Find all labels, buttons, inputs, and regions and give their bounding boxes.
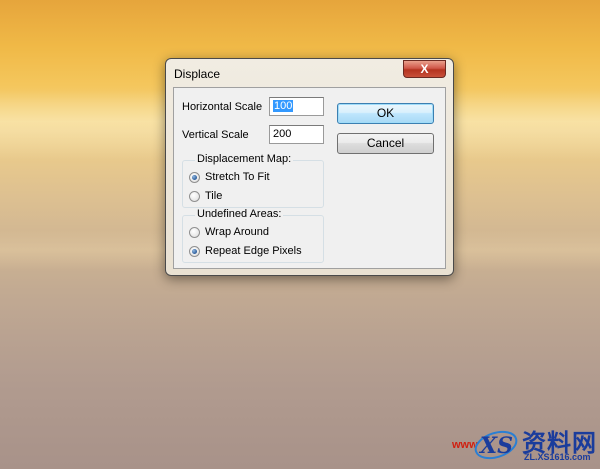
watermark-logo-letters: XS: [478, 433, 513, 459]
displace-dialog: Displace X Horizontal Scale 100 Vertical…: [165, 58, 454, 276]
vertical-scale-input[interactable]: 200: [269, 125, 324, 144]
radio-wrap-around[interactable]: Wrap Around: [189, 225, 269, 239]
radio-tile[interactable]: Tile: [189, 189, 222, 203]
undefined-areas-group: Undefined Areas: Wrap Around Repeat Edge…: [182, 208, 324, 263]
close-button[interactable]: X: [403, 60, 446, 78]
radio-tile-label: Tile: [205, 190, 223, 202]
vertical-scale-value: 200: [273, 128, 292, 140]
watermark-url: ZL.XS1616.com: [524, 452, 591, 462]
vertical-scale-label: Vertical Scale: [182, 129, 249, 141]
horizontal-scale-label: Horizontal Scale: [182, 101, 263, 113]
radio-repeat-edge-pixels-label: Repeat Edge Pixels: [205, 245, 302, 257]
cancel-button[interactable]: Cancel: [337, 133, 434, 154]
radio-wrap-around-label: Wrap Around: [205, 226, 270, 238]
displacement-map-title: Displacement Map:: [195, 153, 294, 165]
close-icon: X: [420, 62, 429, 76]
displacement-map-group: Displacement Map: Stretch To Fit Tile: [182, 153, 324, 208]
site-watermark: www XS 资料网 ZL.XS1616.com: [452, 421, 597, 465]
horizontal-scale-input[interactable]: 100: [269, 97, 324, 116]
dialog-body: Horizontal Scale 100 Vertical Scale 200 …: [173, 87, 446, 269]
horizontal-scale-value: 100: [273, 100, 294, 112]
undefined-areas-title: Undefined Areas:: [195, 208, 284, 220]
radio-stretch-to-fit-label: Stretch To Fit: [205, 171, 270, 183]
radio-stretch-to-fit[interactable]: Stretch To Fit: [189, 170, 270, 184]
ok-button[interactable]: OK: [337, 103, 434, 124]
radio-repeat-edge-pixels[interactable]: Repeat Edge Pixels: [189, 244, 302, 258]
dialog-title: Displace: [174, 67, 221, 81]
radio-wrap-around-indicator: [189, 226, 200, 238]
title-bar[interactable]: Displace X: [166, 59, 453, 87]
radio-repeat-edge-pixels-indicator: [189, 245, 200, 257]
radio-tile-indicator: [189, 190, 200, 202]
watermark-logo-icon: XS: [474, 430, 518, 460]
radio-stretch-to-fit-indicator: [189, 171, 200, 183]
